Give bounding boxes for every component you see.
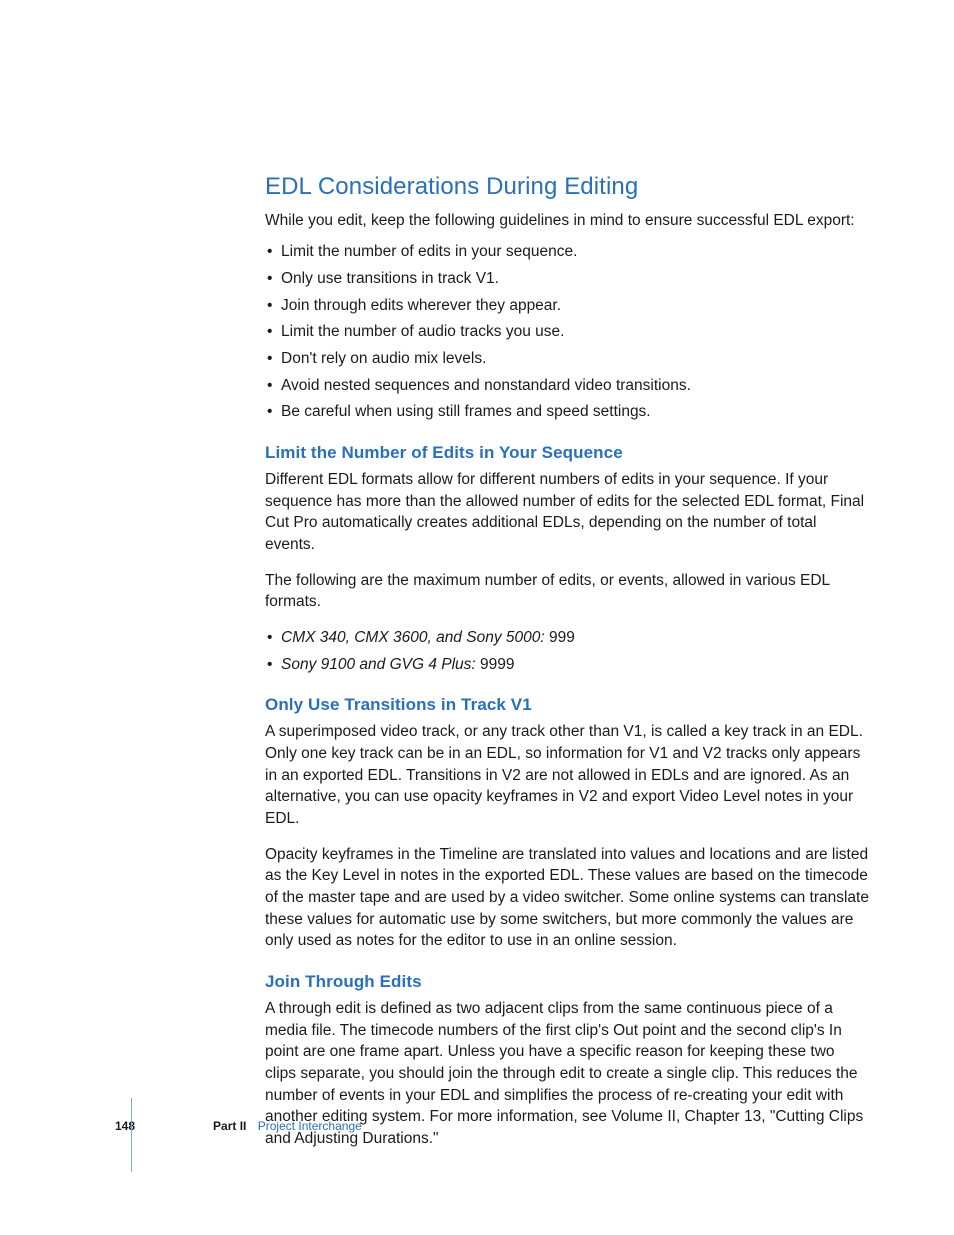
list-item: Only use transitions in track V1. bbox=[265, 268, 869, 290]
intro-text: While you edit, keep the following guide… bbox=[265, 210, 869, 232]
body-text: Opacity keyframes in the Timeline are tr… bbox=[265, 844, 869, 952]
body-text: Different EDL formats allow for differen… bbox=[265, 469, 869, 556]
part-title: Project Interchange bbox=[258, 1119, 362, 1133]
format-label: Sony 9100 and GVG 4 Plus: bbox=[281, 656, 476, 673]
body-text: A superimposed video track, or any track… bbox=[265, 721, 869, 829]
format-value: 9999 bbox=[476, 656, 515, 673]
page-content: EDL Considerations During Editing While … bbox=[0, 0, 954, 1150]
list-item: Be careful when using still frames and s… bbox=[265, 401, 869, 423]
list-item: Limit the number of audio tracks you use… bbox=[265, 321, 869, 343]
list-item: Don't rely on audio mix levels. bbox=[265, 348, 869, 370]
part-label: Part II bbox=[213, 1119, 246, 1133]
format-label: CMX 340, CMX 3600, and Sony 5000: bbox=[281, 629, 545, 646]
footer-part: Part II Project Interchange bbox=[213, 1118, 362, 1135]
sub-heading-join-through-edits: Join Through Edits bbox=[265, 970, 869, 994]
list-item: Avoid nested sequences and nonstandard v… bbox=[265, 375, 869, 397]
list-item: Limit the number of edits in your sequen… bbox=[265, 241, 869, 263]
list-item: Sony 9100 and GVG 4 Plus: 9999 bbox=[265, 654, 869, 676]
guideline-list: Limit the number of edits in your sequen… bbox=[265, 241, 869, 423]
sub-heading-transitions-v1: Only Use Transitions in Track V1 bbox=[265, 693, 869, 717]
body-text: The following are the maximum number of … bbox=[265, 570, 869, 613]
page-footer: 148 Part II Project Interchange bbox=[115, 1118, 362, 1135]
main-heading: EDL Considerations During Editing bbox=[265, 170, 869, 204]
footer-rule bbox=[131, 1098, 132, 1172]
format-value: 999 bbox=[545, 629, 575, 646]
list-item: CMX 340, CMX 3600, and Sony 5000: 999 bbox=[265, 627, 869, 649]
format-list: CMX 340, CMX 3600, and Sony 5000: 999 So… bbox=[265, 627, 869, 675]
page-number: 148 bbox=[115, 1118, 135, 1135]
sub-heading-limit-edits: Limit the Number of Edits in Your Sequen… bbox=[265, 441, 869, 465]
list-item: Join through edits wherever they appear. bbox=[265, 295, 869, 317]
